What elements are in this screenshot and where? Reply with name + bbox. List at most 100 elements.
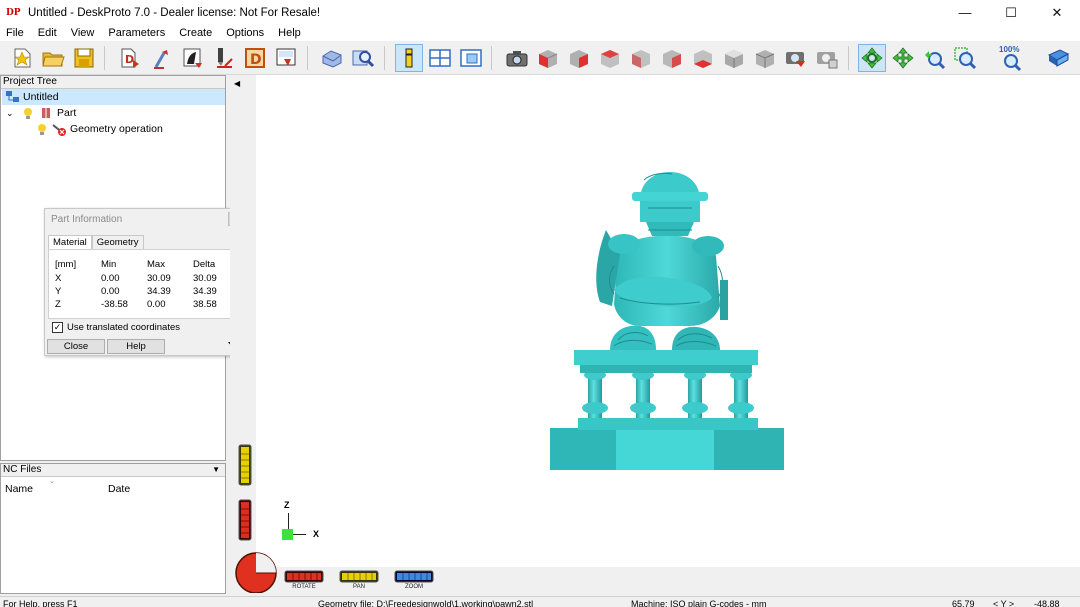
menu-options[interactable]: Options [219, 25, 271, 41]
3d-viewport[interactable]: ◀ ROTATE PAN ZOOM Z X [230, 75, 1080, 594]
nc-files-header: NC Files [3, 464, 42, 475]
red-slider-icon[interactable] [238, 499, 252, 541]
view-iso2-icon[interactable] [751, 44, 779, 72]
zoom-window-icon[interactable] [951, 44, 979, 72]
save-file-icon[interactable] [70, 44, 98, 72]
pan-tool-icon[interactable] [889, 44, 917, 72]
collapse-panel-icon[interactable]: ◀ [234, 79, 240, 88]
rotation-dial-icon[interactable] [232, 549, 278, 593]
zoom-label: ZOOM [405, 584, 423, 590]
view-front-icon[interactable] [534, 44, 562, 72]
viewport-left-strip: ◀ [230, 75, 256, 594]
tree-item-geometry-operation[interactable]: Geometry operation [2, 121, 225, 137]
row-min: 0.00 [101, 273, 120, 284]
view-left-icon[interactable] [596, 44, 624, 72]
status-x-value: 65.79 [952, 599, 975, 607]
menu-create[interactable]: Create [172, 25, 219, 41]
menu-parameters[interactable]: Parameters [101, 25, 172, 41]
svg-text:D: D [125, 53, 134, 66]
view-panel-icon[interactable] [457, 44, 485, 72]
export-icon[interactable] [272, 44, 300, 72]
lightbulb-icon[interactable] [35, 122, 49, 136]
machine-icon[interactable] [318, 44, 346, 72]
close-window-button[interactable]: ✕ [1034, 0, 1080, 25]
nc-files-panel: NC Files ▼ Name ⌄ Date [0, 463, 226, 594]
zoom-tool-icon[interactable] [920, 44, 948, 72]
tab-geometry[interactable]: Geometry [91, 235, 144, 249]
status-bar: For Help, press F1 Geometry file: D:\Fre… [0, 596, 1080, 607]
rotate-tool-icon[interactable] [858, 44, 886, 72]
camera-icon[interactable] [503, 44, 531, 72]
menu-edit[interactable]: Edit [31, 25, 64, 41]
tree-item-part[interactable]: ⌄ Part [2, 105, 225, 121]
view-back-icon[interactable] [565, 44, 593, 72]
cutter-icon[interactable] [210, 44, 238, 72]
axis-indicator: Z X [280, 500, 330, 545]
preview-icon[interactable] [349, 44, 377, 72]
sort-indicator-icon: ⌄ [49, 478, 55, 485]
row-axis: X [55, 273, 62, 284]
import-bitmap-icon[interactable] [179, 44, 207, 72]
project-tree-header: Project Tree [1, 76, 225, 89]
menu-file[interactable]: File [0, 25, 31, 41]
pan-label: PAN [353, 584, 365, 590]
import-vector-icon[interactable] [148, 44, 176, 72]
view-top-icon[interactable] [658, 44, 686, 72]
zoom-wheel-icon[interactable] [394, 570, 434, 583]
tree-item-label: Geometry operation [70, 123, 163, 135]
use-translated-coordinates-checkbox[interactable]: ✓ [52, 322, 63, 333]
title-bar: DP Untitled - DeskProto 7.0 - Dealer lic… [0, 0, 1080, 25]
column-date[interactable]: Date [108, 483, 130, 495]
viewport-bottom-strip: ROTATE PAN ZOOM [230, 567, 1080, 594]
menu-view[interactable]: View [64, 25, 102, 41]
row-delta: 30.09 [193, 273, 217, 284]
tree-item-label: Untitled [23, 91, 59, 103]
dropdown-arrow-icon[interactable]: ▼ [212, 464, 220, 476]
row-max: 34.39 [147, 286, 171, 297]
view-iso-icon[interactable] [720, 44, 748, 72]
svg-text:D: D [250, 52, 262, 68]
header-unit: [mm] [55, 259, 77, 270]
tab-material[interactable]: Material [48, 235, 92, 250]
book-icon[interactable] [1044, 44, 1072, 72]
rotate-wheel-icon[interactable] [284, 570, 324, 583]
view-bottom-icon[interactable] [689, 44, 717, 72]
part-info-icon[interactable] [395, 44, 423, 72]
maximize-button[interactable]: ☐ [988, 0, 1034, 25]
row-max: 0.00 [147, 299, 166, 310]
render-icon[interactable] [782, 44, 810, 72]
chevron-down-icon[interactable]: ⌄ [6, 108, 18, 119]
toolbar: D D 100% [0, 41, 1080, 75]
row-axis: Y [55, 286, 62, 297]
menu-bar: File Edit View Parameters Create Options… [0, 25, 1080, 41]
status-y-value: -48.88 [1034, 599, 1060, 607]
pan-wheel-icon[interactable] [339, 570, 379, 583]
import-geometry-icon[interactable]: D [116, 44, 144, 72]
menu-help[interactable]: Help [271, 25, 308, 41]
yellow-slider-icon[interactable] [238, 444, 252, 486]
help-button[interactable]: Help [107, 339, 165, 354]
tree-item-untitled[interactable]: Untitled [2, 89, 225, 105]
render2-icon[interactable] [813, 44, 841, 72]
row-delta: 34.39 [193, 286, 217, 297]
geometry-operation-icon [52, 124, 66, 136]
row-delta: 38.58 [193, 299, 217, 310]
status-help: For Help, press F1 [3, 599, 78, 607]
part-information-dialog: Part Information Material Geometry [mm] … [44, 208, 245, 356]
row-min: -38.58 [101, 299, 128, 310]
checkbox-label: Use translated coordinates [67, 322, 181, 333]
zoom-100-icon[interactable]: 100% [997, 44, 1025, 72]
open-file-icon[interactable] [39, 44, 67, 72]
3d-model[interactable] [548, 170, 788, 472]
new-file-icon[interactable] [8, 44, 36, 72]
part-icon [42, 108, 50, 118]
lightbulb-icon[interactable] [21, 106, 35, 120]
dxf-icon[interactable]: D [241, 44, 269, 72]
app-logo-icon: DP [6, 7, 21, 18]
row-max: 30.09 [147, 273, 171, 284]
close-button[interactable]: Close [47, 339, 105, 354]
column-name[interactable]: Name [5, 483, 33, 495]
minimize-button[interactable]: — [942, 0, 988, 25]
view-right-icon[interactable] [627, 44, 655, 72]
layout-icon[interactable] [426, 44, 454, 72]
